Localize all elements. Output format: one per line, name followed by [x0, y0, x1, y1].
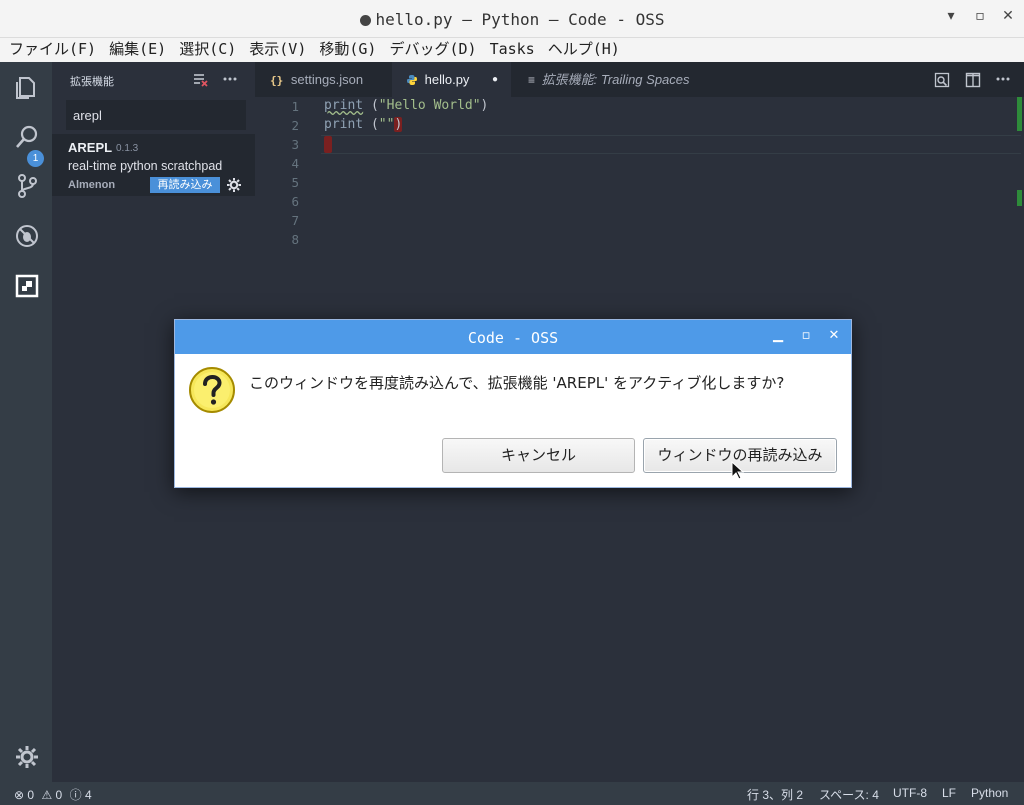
- extension-version: 0.1.3: [116, 143, 139, 154]
- python-icon: [407, 75, 417, 85]
- scrollbar-marker: [1017, 97, 1022, 131]
- menu-edit[interactable]: 編集(E): [109, 38, 166, 62]
- more-actions-icon[interactable]: [222, 74, 238, 84]
- scrollbar-marker: [1017, 190, 1022, 206]
- extensions-search-box: [66, 100, 246, 130]
- editor-tabs: {} settings.json hello.py ● ≡ 拡張機能: Trai…: [255, 62, 1024, 97]
- explorer-badge: 1: [27, 150, 44, 167]
- eol-status[interactable]: LF: [942, 786, 956, 800]
- split-editor-icon[interactable]: [965, 72, 981, 88]
- menu-selection[interactable]: 選択(C): [179, 38, 236, 62]
- debug-icon[interactable]: [14, 223, 40, 249]
- open-preview-icon[interactable]: [934, 72, 950, 88]
- code-line: print (""): [324, 117, 403, 132]
- menu-tasks[interactable]: Tasks: [490, 38, 535, 62]
- sidebar-header: 拡張機能: [52, 62, 255, 96]
- braces-icon: {}: [270, 74, 284, 87]
- question-icon: [189, 367, 235, 413]
- dialog-close-button[interactable]: ✕: [827, 328, 841, 343]
- tab-hello-py[interactable]: hello.py ●: [392, 62, 511, 97]
- source-control-icon[interactable]: [14, 173, 40, 199]
- extension-name: AREPL: [68, 140, 113, 155]
- clear-extensions-icon[interactable]: [192, 72, 208, 88]
- line-number: 4: [291, 156, 299, 171]
- dialog-titlebar: Code - OSS ▁ ▫ ✕: [175, 320, 851, 354]
- warning-icon: ⚠: [41, 788, 53, 802]
- window-titlebar: hello.py — Python — Code - OSS ▾ ▫ ✕: [0, 0, 1024, 38]
- language-status[interactable]: Python: [971, 786, 1008, 800]
- minimize-button[interactable]: ▾: [942, 8, 960, 24]
- info-icon: ⓘ: [69, 788, 82, 802]
- search-icon[interactable]: [14, 124, 40, 150]
- editor-more-actions-icon[interactable]: [995, 74, 1011, 84]
- dialog-title: Code - OSS: [467, 329, 559, 347]
- line-number: 7: [291, 213, 299, 228]
- error-icon: ⊗: [14, 788, 25, 802]
- extension-reload-button[interactable]: 再読み込み: [150, 177, 220, 193]
- dialog-minimize-button[interactable]: ▁: [771, 328, 785, 343]
- menu-help[interactable]: ヘルプ(H): [548, 38, 620, 62]
- files-icon[interactable]: [14, 74, 40, 100]
- dialog-maximize-button[interactable]: ▫: [799, 328, 813, 343]
- menu-go[interactable]: 移動(G): [319, 38, 376, 62]
- maximize-button[interactable]: ▫: [971, 8, 989, 24]
- line-number: 2: [291, 118, 299, 133]
- menu-bar: ファイル(F) 編集(E) 選択(C) 表示(V) 移動(G) デバッグ(D) …: [0, 38, 1024, 62]
- unsaved-dot-icon: [359, 15, 371, 26]
- tab-settings-json[interactable]: {} settings.json: [270, 62, 363, 97]
- line-number: 1: [291, 99, 299, 114]
- window-title: hello.py — Python — Code - OSS: [0, 10, 1024, 29]
- line-number: 3: [291, 137, 299, 152]
- problems-status[interactable]: ⊗ 0 ⚠ 0 ⓘ 4: [14, 786, 92, 803]
- sidebar-title: 拡張機能: [70, 76, 114, 88]
- close-window-button[interactable]: ✕: [999, 8, 1017, 24]
- indentation-status[interactable]: スペース: 4: [819, 786, 879, 803]
- cancel-button[interactable]: キャンセル: [442, 438, 635, 473]
- menu-view[interactable]: 表示(V): [249, 38, 306, 62]
- settings-gear-icon[interactable]: [14, 744, 40, 770]
- menu-file[interactable]: ファイル(F): [9, 38, 96, 62]
- line-number: 8: [291, 232, 299, 247]
- list-icon: ≡: [528, 73, 536, 87]
- extension-author: Almenon: [68, 179, 116, 191]
- cursor-position-status[interactable]: 行 3、列 2: [747, 786, 803, 803]
- mouse-pointer-icon: [731, 461, 745, 480]
- status-bar: ⊗ 0 ⚠ 0 ⓘ 4 行 3、列 2 スペース: 4 UTF-8 LF Pyt…: [0, 782, 1024, 805]
- line-number: 6: [291, 194, 299, 209]
- menu-debug[interactable]: デバッグ(D): [389, 38, 476, 62]
- line-number: 5: [291, 175, 299, 190]
- dialog-message: このウィンドウを再度読み込んで、拡張機能 'AREPL' をアクティブ化しますか…: [249, 374, 785, 392]
- extensions-search-input[interactable]: [67, 101, 245, 129]
- tab-extension-trailing-spaces[interactable]: ≡ 拡張機能: Trailing Spaces: [528, 62, 690, 97]
- extension-list-item[interactable]: AREPL 0.1.3 real-time python scratchpad …: [52, 134, 255, 196]
- activity-bar: 1: [0, 62, 52, 782]
- reload-dialog: Code - OSS ▁ ▫ ✕ このウィンドウを再度読み込んで、拡張機能 'A…: [174, 319, 852, 488]
- code-line: print ("Hello World"): [324, 98, 489, 113]
- unsaved-dot-icon[interactable]: ●: [492, 62, 498, 97]
- extension-gear-icon[interactable]: [226, 177, 242, 193]
- cursor-line-highlight: [321, 135, 1021, 154]
- extension-description: real-time python scratchpad: [68, 159, 223, 173]
- extensions-icon[interactable]: [14, 273, 40, 299]
- encoding-status[interactable]: UTF-8: [893, 786, 927, 800]
